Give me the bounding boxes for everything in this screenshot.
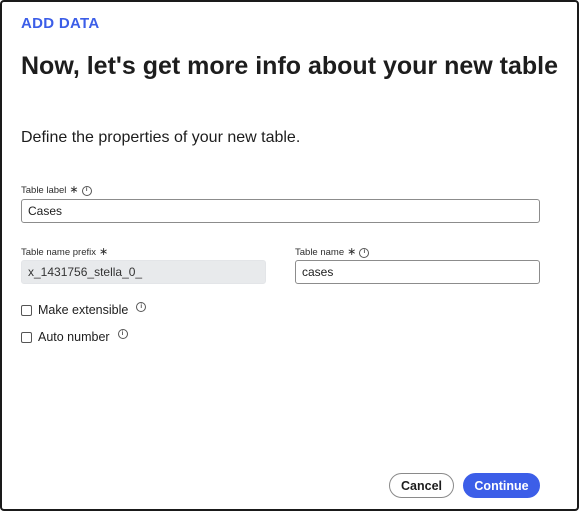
table-name-prefix-field: x_1431756_stella_0_ <box>21 260 266 284</box>
continue-button[interactable]: Continue <box>463 473 540 498</box>
add-data-dialog: ADD DATA Now, let's get more info about … <box>0 0 579 511</box>
info-icon[interactable]: i <box>117 329 128 339</box>
dialog-subtitle: Define the properties of your new table. <box>21 129 301 146</box>
table-name-prefix-label-text: Table name prefix <box>21 247 96 258</box>
info-icon[interactable]: i <box>81 185 92 196</box>
make-extensible-checkbox[interactable] <box>21 304 32 316</box>
table-label-input[interactable] <box>21 199 540 223</box>
table-name-prefix-value: x_1431756_stella_0_ <box>28 265 143 279</box>
table-name-field-label: Table name ∗ i <box>295 246 370 258</box>
table-label-label-text: Table label <box>21 185 67 196</box>
info-icon[interactable]: i <box>136 302 147 312</box>
table-name-prefix-field-label: Table name prefix ∗ <box>21 246 109 259</box>
asterisk-icon: ∗ <box>98 246 109 258</box>
auto-number-checkbox[interactable] <box>21 331 32 343</box>
table-name-label-text: Table name <box>295 247 345 258</box>
table-label-field-label: Table label ∗ i <box>21 185 92 196</box>
info-icon[interactable]: i <box>359 247 370 258</box>
make-extensible-option[interactable]: Make extensible i <box>21 302 147 317</box>
asterisk-icon: ∗ <box>347 246 357 258</box>
auto-number-label: Auto number <box>38 330 110 344</box>
cancel-button[interactable]: Cancel <box>389 473 454 498</box>
dialog-title: Now, let's get more info about your new … <box>21 52 559 80</box>
make-extensible-label: Make extensible <box>38 303 129 317</box>
table-name-input[interactable] <box>295 260 540 284</box>
dialog-eyebrow: ADD DATA <box>21 15 100 32</box>
auto-number-option[interactable]: Auto number i <box>21 329 128 344</box>
asterisk-icon: ∗ <box>69 184 79 196</box>
